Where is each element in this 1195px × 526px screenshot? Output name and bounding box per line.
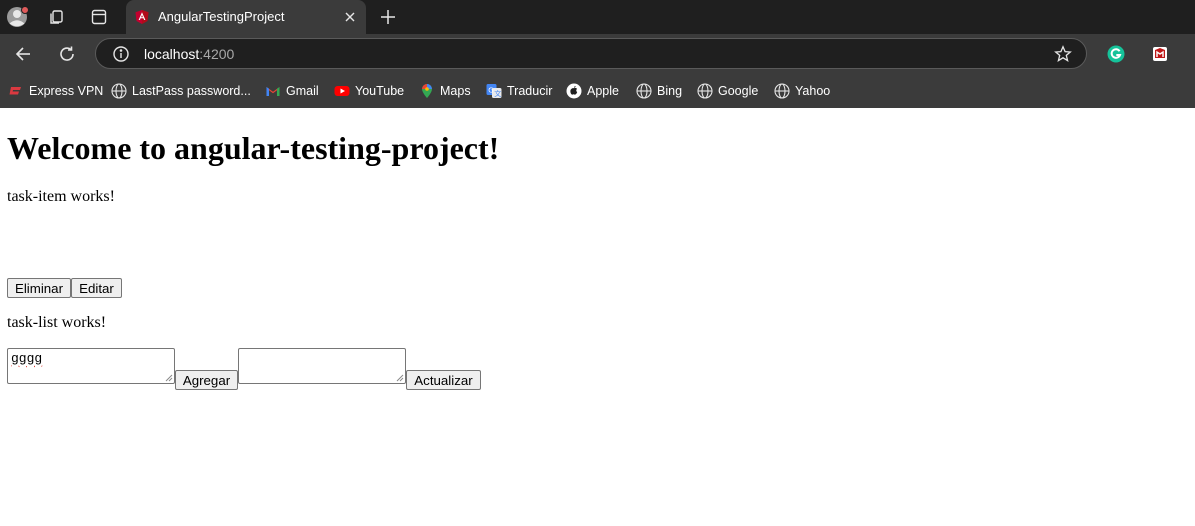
profile-avatar[interactable]	[6, 5, 30, 29]
vertical-tabs-icon[interactable]	[87, 5, 111, 29]
page-viewport: Welcome to angular-testing-project! task…	[0, 108, 1195, 526]
bookmark-label: Apple	[587, 84, 619, 98]
bookmark-apple[interactable]: Apple	[566, 82, 619, 100]
task-list-text: task-list works!	[7, 314, 107, 331]
tab-active[interactable]: AngularTestingProject	[126, 0, 366, 34]
new-task-textarea[interactable]: gggg	[7, 348, 175, 384]
edit-button[interactable]: Editar	[71, 278, 122, 298]
new-tab-plus-icon[interactable]	[376, 5, 400, 29]
task-item-text: task-item works!	[7, 188, 115, 205]
url-text: localhost:4200	[144, 46, 234, 62]
bookmark-maps[interactable]: Maps	[419, 82, 471, 100]
new-task-value: gggg	[11, 351, 43, 366]
bookmark-gmail[interactable]: Gmail	[265, 82, 319, 100]
bookmark-label: Google	[718, 84, 759, 98]
update-task-textarea[interactable]	[238, 348, 406, 384]
resize-grip-icon[interactable]	[165, 374, 173, 382]
add-button[interactable]: Agregar	[175, 370, 238, 390]
close-tab-icon[interactable]	[342, 9, 358, 25]
tab-strip: AngularTestingProject	[0, 0, 1195, 34]
tab-title: AngularTestingProject	[158, 9, 285, 24]
page-title: Welcome to angular-testing-project!	[7, 130, 500, 166]
globe-icon	[111, 83, 127, 99]
bookmark-lastpass[interactable]: LastPass password...	[111, 82, 251, 100]
bookmark-label: Maps	[440, 84, 471, 98]
bookmark-youtube[interactable]: YouTube	[334, 82, 404, 100]
bookmark-yahoo[interactable]: Yahoo	[774, 82, 830, 100]
bookmark-label: Traducir	[507, 84, 553, 98]
gmail-icon	[265, 83, 281, 99]
bookmark-label: Express VPN	[29, 84, 104, 98]
delete-button[interactable]: Eliminar	[7, 278, 71, 298]
bookmark-label: LastPass password...	[132, 84, 251, 98]
apple-icon	[566, 83, 582, 99]
angular-icon	[134, 9, 150, 25]
svg-text:G: G	[488, 87, 493, 95]
globe-icon	[697, 83, 713, 99]
favorite-star-icon[interactable]	[1054, 45, 1072, 63]
svg-text:文: 文	[494, 89, 501, 98]
bookmark-traducir[interactable]: G 文 Traducir	[486, 82, 552, 100]
bookmark-express-vpn[interactable]: Express VPN	[8, 82, 103, 100]
bookmarks-bar: Express VPN LastPass password... Gmail Y…	[0, 74, 1195, 108]
bookmark-label: YouTube	[355, 84, 405, 98]
url-port: :4200	[199, 46, 235, 62]
browser-toolbar: localhost:4200	[0, 34, 1195, 74]
update-button[interactable]: Actualizar	[406, 370, 481, 390]
globe-icon	[774, 83, 790, 99]
bookmark-google[interactable]: Google	[697, 82, 758, 100]
resize-grip-icon[interactable]	[396, 374, 404, 382]
url-host: localhost	[144, 46, 200, 62]
expressvpn-icon	[8, 83, 24, 99]
bookmark-label: Bing	[657, 84, 683, 98]
maps-icon	[419, 83, 435, 99]
translate-icon: G 文	[486, 83, 502, 99]
reload-icon[interactable]	[55, 42, 79, 66]
youtube-icon	[334, 83, 350, 99]
globe-icon	[636, 83, 652, 99]
workspaces-icon[interactable]	[45, 5, 69, 29]
back-arrow-icon[interactable]	[11, 42, 35, 66]
grammarly-icon[interactable]	[1106, 44, 1126, 64]
site-info-icon[interactable]	[112, 45, 130, 63]
mcafee-icon[interactable]	[1150, 44, 1170, 64]
address-bar[interactable]: localhost:4200	[95, 38, 1087, 69]
bookmark-label: Yahoo	[795, 84, 831, 98]
bookmark-bing[interactable]: Bing	[636, 82, 682, 100]
bookmark-label: Gmail	[286, 84, 319, 98]
